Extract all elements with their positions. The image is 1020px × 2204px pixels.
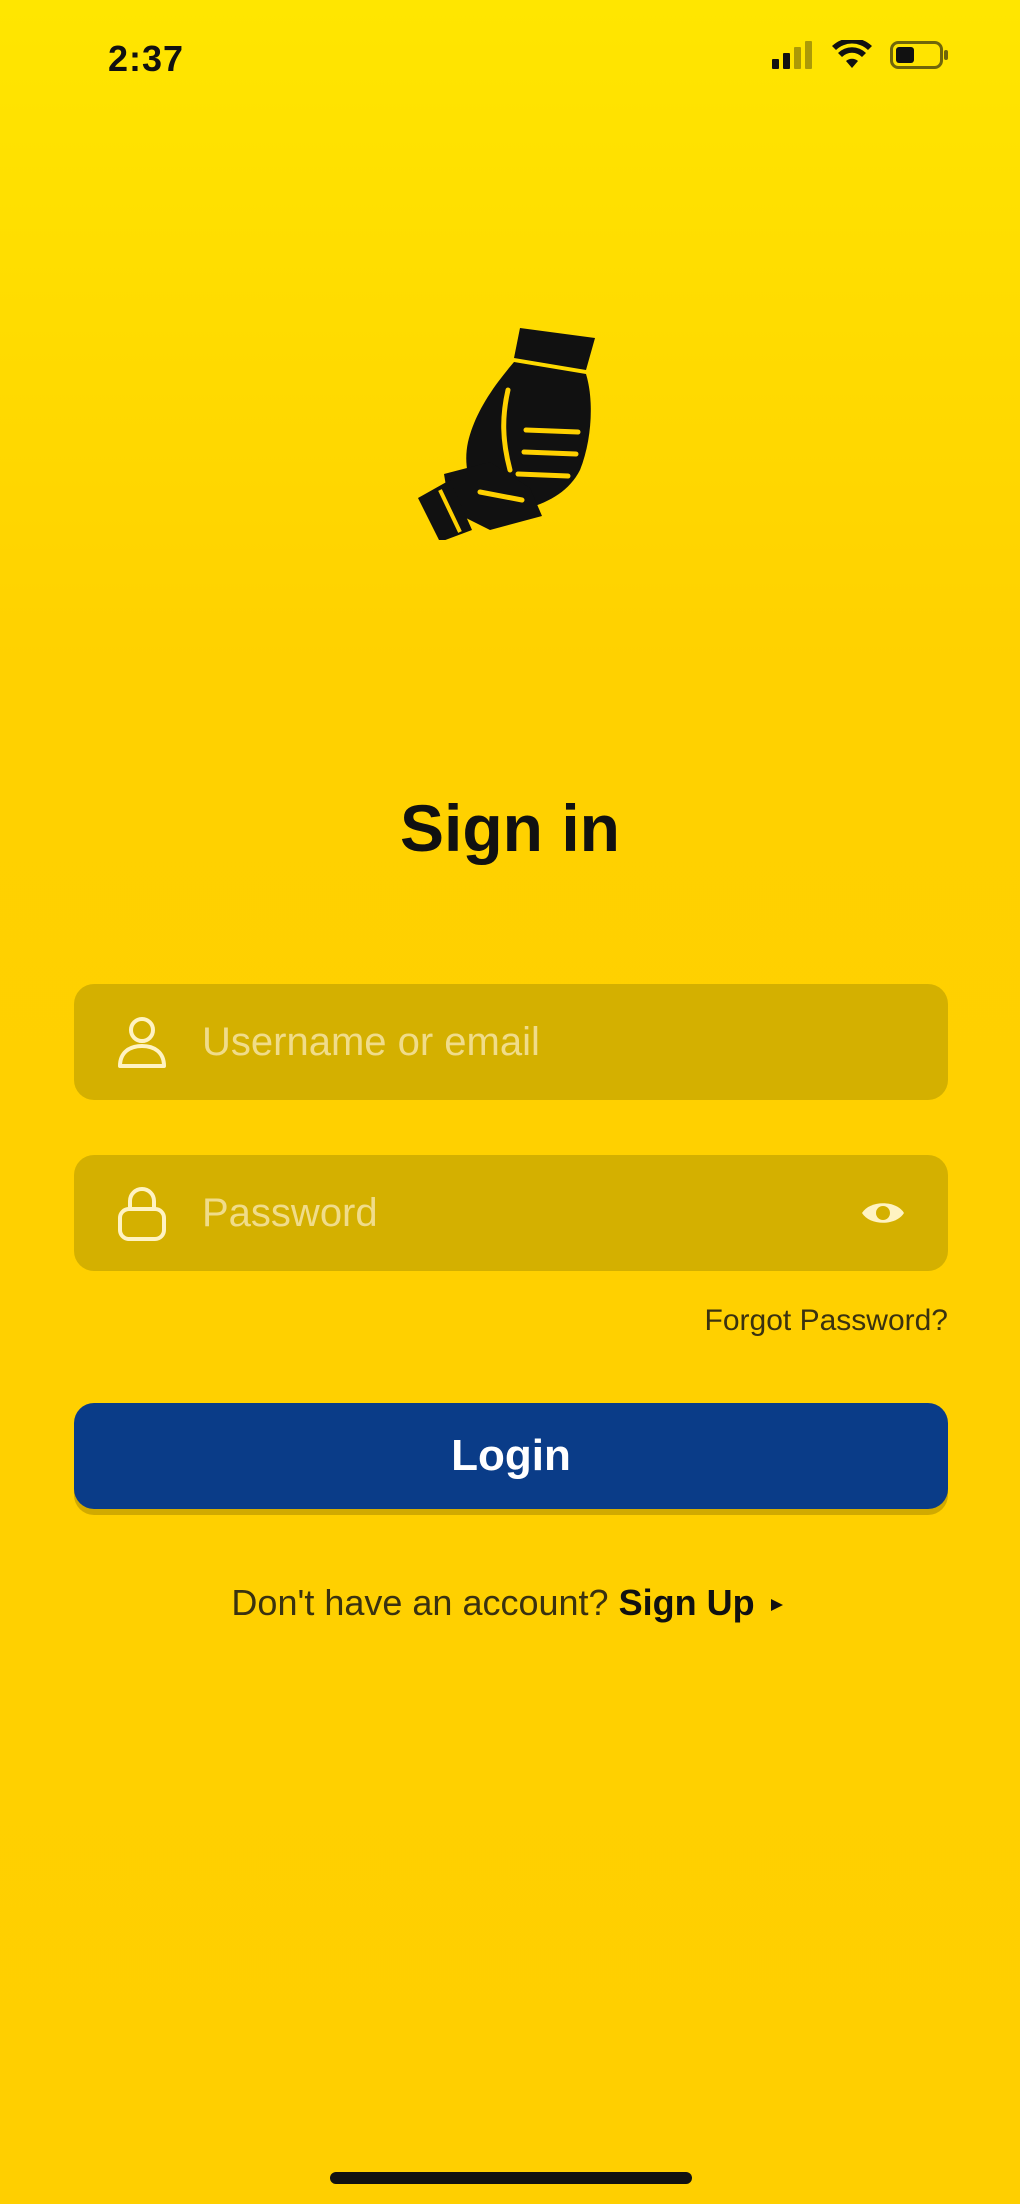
home-indicator [330,2172,692,2184]
login-button[interactable]: Login [74,1403,948,1509]
eye-icon[interactable] [858,1188,908,1238]
battery-icon [890,41,948,69]
status-bar: 2:37 [0,0,1020,120]
signup-prompt-line: Don't have an account? Sign Up [0,1582,1020,1624]
username-input[interactable] [202,984,948,1100]
handshake-logo-icon [418,328,595,540]
signal-icon [772,41,812,69]
signup-link-label: Sign Up [618,1582,755,1623]
password-field[interactable] [74,1155,948,1271]
status-time: 2:37 [108,38,185,79]
forgot-password-link[interactable]: Forgot Password? [705,1304,948,1338]
user-icon [118,1017,166,1068]
signup-link[interactable]: Sign Up [619,1582,789,1623]
password-input[interactable] [202,1155,858,1271]
lock-icon [118,1187,166,1241]
arrow-icon [770,1599,783,1612]
status-icons [770,40,950,70]
signup-prompt-text: Don't have an account? [231,1582,609,1623]
page-title: Sign in [400,791,620,865]
wifi-icon [832,40,872,68]
username-field[interactable] [74,984,948,1100]
sign-in-screen: 2:37 Sign in Username or email Forgot Pa… [0,0,1020,2204]
